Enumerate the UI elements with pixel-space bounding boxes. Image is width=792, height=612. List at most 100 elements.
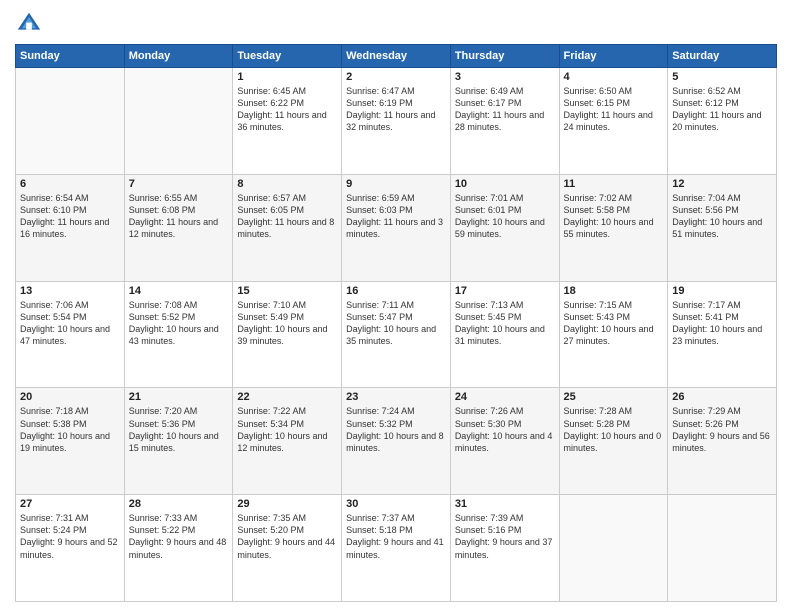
- weekday-header: Saturday: [668, 45, 777, 68]
- day-info: Sunrise: 6:54 AM Sunset: 6:10 PM Dayligh…: [20, 192, 120, 241]
- day-number: 15: [237, 285, 337, 297]
- day-info: Sunrise: 7:15 AM Sunset: 5:43 PM Dayligh…: [564, 299, 664, 348]
- logo: [15, 10, 47, 38]
- day-number: 14: [129, 285, 229, 297]
- day-info: Sunrise: 7:22 AM Sunset: 5:34 PM Dayligh…: [237, 405, 337, 454]
- day-number: 26: [672, 391, 772, 403]
- calendar-cell: [559, 495, 668, 602]
- logo-icon: [15, 10, 43, 38]
- day-number: 16: [346, 285, 446, 297]
- day-info: Sunrise: 6:47 AM Sunset: 6:19 PM Dayligh…: [346, 85, 446, 134]
- day-number: 13: [20, 285, 120, 297]
- day-info: Sunrise: 7:24 AM Sunset: 5:32 PM Dayligh…: [346, 405, 446, 454]
- day-number: 31: [455, 498, 555, 510]
- day-number: 8: [237, 178, 337, 190]
- calendar-cell: 19Sunrise: 7:17 AM Sunset: 5:41 PM Dayli…: [668, 281, 777, 388]
- day-number: 30: [346, 498, 446, 510]
- calendar-body: 1 Sunrise: 6:45 AM Sunset: 6:22 PM Daylig…: [16, 68, 777, 602]
- calendar-cell: [668, 495, 777, 602]
- calendar-cell: 5 Sunrise: 6:52 AM Sunset: 6:12 PM Daylig…: [668, 68, 777, 175]
- day-number: 21: [129, 391, 229, 403]
- calendar-cell: 25 Sunrise: 7:28 AM Sunset: 5:28 PM Dayli…: [559, 388, 668, 495]
- day-info: Sunrise: 7:13 AM Sunset: 5:45 PM Dayligh…: [455, 299, 555, 348]
- day-number: 23: [346, 391, 446, 403]
- day-number: 3: [455, 71, 555, 83]
- day-number: 1: [237, 71, 337, 83]
- day-info: Sunrise: 7:01 AM Sunset: 6:01 PM Dayligh…: [455, 192, 555, 241]
- calendar-cell: [16, 68, 125, 175]
- calendar-cell: 4 Sunrise: 6:50 AM Sunset: 6:15 PM Daylig…: [559, 68, 668, 175]
- calendar-cell: 9 Sunrise: 6:59 AM Sunset: 6:03 PM Daylig…: [342, 174, 451, 281]
- day-info: Sunrise: 7:33 AM Sunset: 5:22 PM Dayligh…: [129, 512, 229, 561]
- day-info: Sunrise: 6:57 AM Sunset: 6:05 PM Dayligh…: [237, 192, 337, 241]
- calendar-cell: 10 Sunrise: 7:01 AM Sunset: 6:01 PM Dayli…: [450, 174, 559, 281]
- weekday-header: Sunday: [16, 45, 125, 68]
- calendar-cell: 22Sunrise: 7:22 AM Sunset: 5:34 PM Dayli…: [233, 388, 342, 495]
- calendar-cell: 18 Sunrise: 7:15 AM Sunset: 5:43 PM Dayli…: [559, 281, 668, 388]
- day-info: Sunrise: 6:45 AM Sunset: 6:22 PM Dayligh…: [237, 85, 337, 134]
- day-info: Sunrise: 6:50 AM Sunset: 6:15 PM Dayligh…: [564, 85, 664, 134]
- day-info: Sunrise: 7:28 AM Sunset: 5:28 PM Dayligh…: [564, 405, 664, 454]
- day-info: Sunrise: 7:29 AM Sunset: 5:26 PM Dayligh…: [672, 405, 772, 454]
- day-info: Sunrise: 7:37 AM Sunset: 5:18 PM Dayligh…: [346, 512, 446, 561]
- calendar-week-row: 13 Sunrise: 7:06 AM Sunset: 5:54 PM Dayli…: [16, 281, 777, 388]
- day-info: Sunrise: 7:20 AM Sunset: 5:36 PM Dayligh…: [129, 405, 229, 454]
- calendar-cell: 31 Sunrise: 7:39 AM Sunset: 5:16 PM Dayli…: [450, 495, 559, 602]
- calendar-cell: 29Sunrise: 7:35 AM Sunset: 5:20 PM Dayli…: [233, 495, 342, 602]
- calendar-week-row: 6Sunrise: 6:54 AM Sunset: 6:10 PM Daylig…: [16, 174, 777, 281]
- calendar-cell: 13 Sunrise: 7:06 AM Sunset: 5:54 PM Dayli…: [16, 281, 125, 388]
- day-number: 2: [346, 71, 446, 83]
- day-number: 29: [237, 498, 337, 510]
- day-info: Sunrise: 7:04 AM Sunset: 5:56 PM Dayligh…: [672, 192, 772, 241]
- day-number: 10: [455, 178, 555, 190]
- calendar-cell: 20 Sunrise: 7:18 AM Sunset: 5:38 PM Dayli…: [16, 388, 125, 495]
- day-number: 20: [20, 391, 120, 403]
- day-number: 24: [455, 391, 555, 403]
- day-number: 5: [672, 71, 772, 83]
- day-info: Sunrise: 7:06 AM Sunset: 5:54 PM Dayligh…: [20, 299, 120, 348]
- day-info: Sunrise: 7:18 AM Sunset: 5:38 PM Dayligh…: [20, 405, 120, 454]
- day-info: Sunrise: 7:08 AM Sunset: 5:52 PM Dayligh…: [129, 299, 229, 348]
- day-info: Sunrise: 6:59 AM Sunset: 6:03 PM Dayligh…: [346, 192, 446, 241]
- day-number: 27: [20, 498, 120, 510]
- day-info: Sunrise: 7:10 AM Sunset: 5:49 PM Dayligh…: [237, 299, 337, 348]
- day-number: 7: [129, 178, 229, 190]
- calendar-cell: 24Sunrise: 7:26 AM Sunset: 5:30 PM Dayli…: [450, 388, 559, 495]
- calendar-cell: 14 Sunrise: 7:08 AM Sunset: 5:52 PM Dayli…: [124, 281, 233, 388]
- calendar-week-row: 20 Sunrise: 7:18 AM Sunset: 5:38 PM Dayli…: [16, 388, 777, 495]
- day-info: Sunrise: 6:49 AM Sunset: 6:17 PM Dayligh…: [455, 85, 555, 134]
- day-number: 12: [672, 178, 772, 190]
- day-number: 19: [672, 285, 772, 297]
- day-number: 18: [564, 285, 664, 297]
- calendar-cell: 3 Sunrise: 6:49 AM Sunset: 6:17 PM Daylig…: [450, 68, 559, 175]
- day-info: Sunrise: 6:55 AM Sunset: 6:08 PM Dayligh…: [129, 192, 229, 241]
- calendar-cell: 12 Sunrise: 7:04 AM Sunset: 5:56 PM Dayli…: [668, 174, 777, 281]
- calendar-cell: 15 Sunrise: 7:10 AM Sunset: 5:49 PM Dayli…: [233, 281, 342, 388]
- weekday-header: Friday: [559, 45, 668, 68]
- calendar-cell: [124, 68, 233, 175]
- calendar-header-row: SundayMondayTuesdayWednesdayThursdayFrid…: [16, 45, 777, 68]
- day-number: 25: [564, 391, 664, 403]
- calendar-cell: 7 Sunrise: 6:55 AM Sunset: 6:08 PM Daylig…: [124, 174, 233, 281]
- weekday-header: Tuesday: [233, 45, 342, 68]
- day-info: Sunrise: 7:02 AM Sunset: 5:58 PM Dayligh…: [564, 192, 664, 241]
- calendar-cell: 28 Sunrise: 7:33 AM Sunset: 5:22 PM Dayli…: [124, 495, 233, 602]
- day-number: 9: [346, 178, 446, 190]
- calendar-cell: 26 Sunrise: 7:29 AM Sunset: 5:26 PM Dayli…: [668, 388, 777, 495]
- calendar-table: SundayMondayTuesdayWednesdayThursdayFrid…: [15, 44, 777, 602]
- calendar-cell: 30 Sunrise: 7:37 AM Sunset: 5:18 PM Dayli…: [342, 495, 451, 602]
- day-info: Sunrise: 7:11 AM Sunset: 5:47 PM Dayligh…: [346, 299, 446, 348]
- day-info: Sunrise: 7:39 AM Sunset: 5:16 PM Dayligh…: [455, 512, 555, 561]
- calendar-cell: 8 Sunrise: 6:57 AM Sunset: 6:05 PM Daylig…: [233, 174, 342, 281]
- calendar-week-row: 1 Sunrise: 6:45 AM Sunset: 6:22 PM Daylig…: [16, 68, 777, 175]
- day-number: 11: [564, 178, 664, 190]
- calendar-cell: 11 Sunrise: 7:02 AM Sunset: 5:58 PM Dayli…: [559, 174, 668, 281]
- calendar-cell: 2 Sunrise: 6:47 AM Sunset: 6:19 PM Daylig…: [342, 68, 451, 175]
- day-number: 17: [455, 285, 555, 297]
- day-info: Sunrise: 6:52 AM Sunset: 6:12 PM Dayligh…: [672, 85, 772, 134]
- day-number: 4: [564, 71, 664, 83]
- day-number: 28: [129, 498, 229, 510]
- header: [15, 10, 777, 38]
- calendar-cell: 6Sunrise: 6:54 AM Sunset: 6:10 PM Daylig…: [16, 174, 125, 281]
- calendar-week-row: 27Sunrise: 7:31 AM Sunset: 5:24 PM Dayli…: [16, 495, 777, 602]
